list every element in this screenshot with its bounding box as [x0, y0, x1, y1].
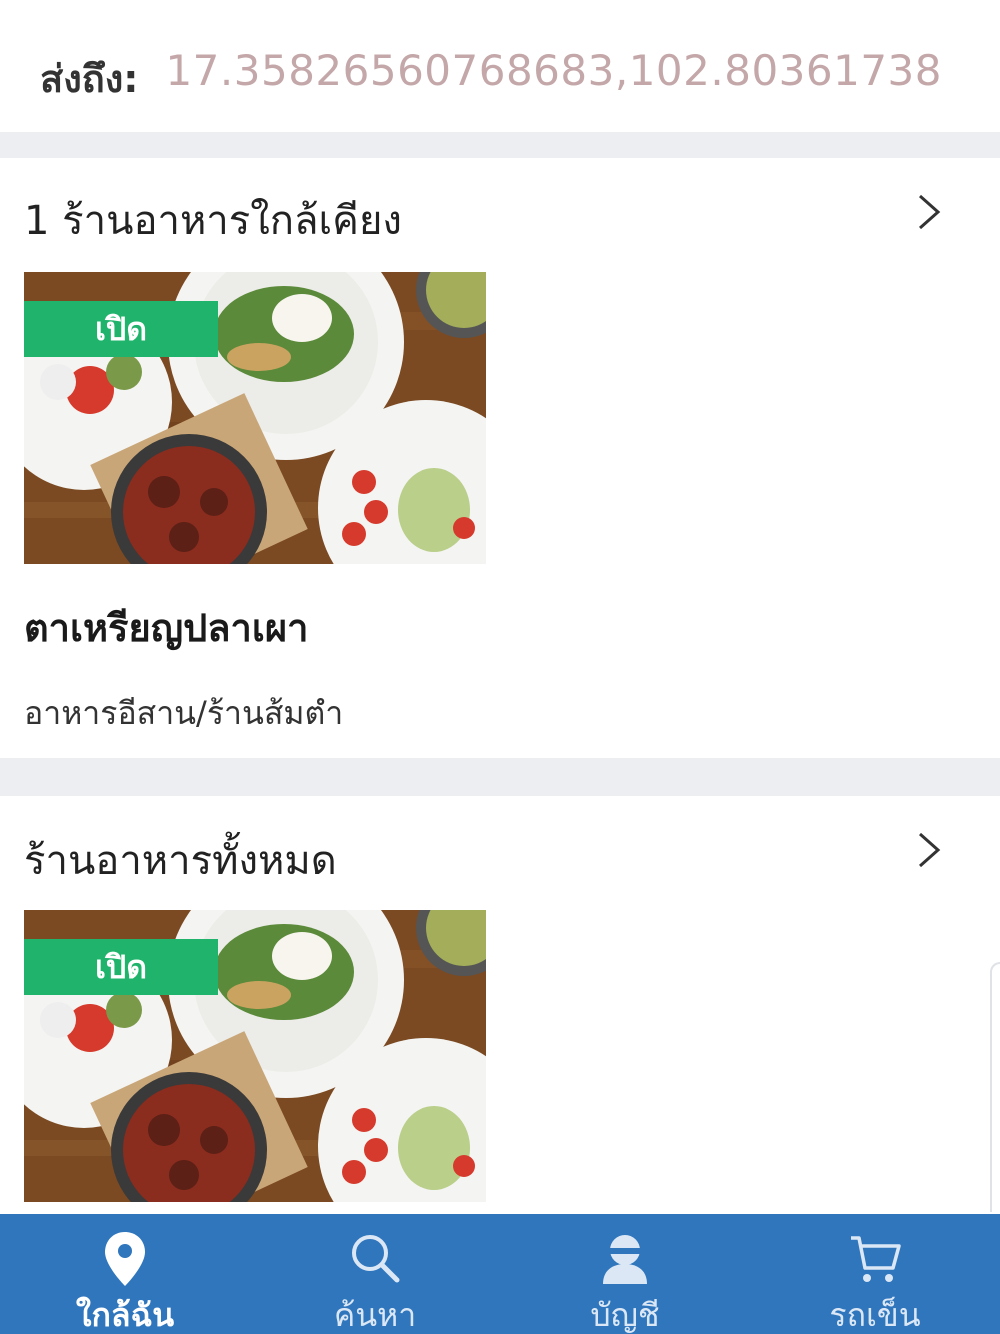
search-icon — [345, 1228, 405, 1290]
delivery-coordinates[interactable]: 17.35826560768683,102.80361738 — [165, 46, 942, 95]
cart-icon — [845, 1228, 905, 1290]
tab-label: รถเข็น — [829, 1296, 921, 1334]
tab-account[interactable]: บัญชี — [500, 1214, 750, 1334]
tab-label: บัญชี — [590, 1296, 660, 1334]
user-icon — [595, 1228, 655, 1290]
section-divider — [0, 758, 1000, 796]
open-status-badge: เปิด — [24, 301, 218, 357]
chevron-right-icon[interactable] — [916, 192, 942, 232]
open-status-badge: เปิด — [24, 939, 218, 995]
store-name[interactable]: ตาเหรียญปลาเผา — [24, 597, 308, 658]
chevron-right-icon[interactable] — [916, 830, 942, 870]
tab-label: ใกล้ฉัน — [75, 1296, 175, 1334]
scroll-indicator[interactable] — [990, 962, 1000, 1212]
section-divider — [0, 132, 1000, 158]
tab-nearby[interactable]: ใกล้ฉัน — [0, 1214, 250, 1334]
delivery-header: ส่งถึง: 17.35826560768683,102.80361738 — [0, 0, 1000, 132]
tab-search[interactable]: ค้นหา — [250, 1214, 500, 1334]
deliver-to-label: ส่งถึง: — [40, 57, 139, 101]
store-category: อาหารอีสาน/ร้านส้มตำ — [24, 694, 344, 732]
location-pin-icon — [95, 1228, 155, 1290]
nearby-section-title[interactable]: 1 ร้านอาหารใกล้เคียง — [24, 188, 402, 252]
store-image[interactable]: เปิด — [24, 272, 486, 564]
store-image[interactable]: เปิด — [24, 910, 486, 1202]
tab-cart[interactable]: รถเข็น — [750, 1214, 1000, 1334]
bottom-tab-bar: ใกล้ฉัน ค้นหา บัญชี รถเข็น — [0, 1214, 1000, 1334]
all-stores-section-title[interactable]: ร้านอาหารทั้งหมด — [24, 828, 337, 892]
tab-label: ค้นหา — [333, 1296, 417, 1334]
